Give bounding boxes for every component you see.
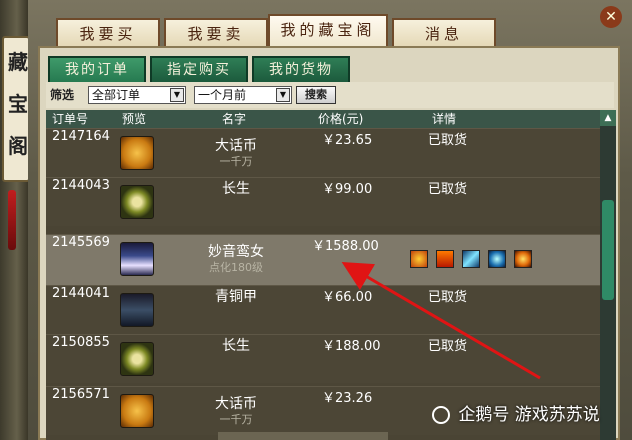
fire-skill-icon[interactable] xyxy=(410,250,428,268)
sun-skill-icon[interactable] xyxy=(514,250,533,268)
item-price: ￥23.65 xyxy=(322,133,373,148)
order-type-value: 全部订单 xyxy=(92,88,141,102)
tab-sell[interactable]: 我要卖 xyxy=(164,18,268,46)
order-id: 2150855 xyxy=(52,335,110,350)
table-row-highlighted[interactable]: 2145569 妙音鸾女 点化180级 ￥1588.00 xyxy=(46,234,600,285)
skill-icons xyxy=(410,250,535,268)
tab-messages[interactable]: 消息 xyxy=(392,18,496,46)
left-rail: 藏 宝 阁 xyxy=(0,0,30,440)
subtab-designated-purchase[interactable]: 指定购买 xyxy=(150,56,248,82)
coin-icon[interactable] xyxy=(120,136,154,170)
order-id: 2144041 xyxy=(52,286,110,301)
item-name: 青铜甲 xyxy=(215,289,257,305)
scroll-thumb[interactable] xyxy=(602,200,614,300)
item-name: 长生 xyxy=(222,338,250,354)
table-row[interactable]: 2144041 青铜甲 ￥66.00 已取货 xyxy=(46,285,600,334)
search-button[interactable]: 搜索 xyxy=(296,86,336,104)
item-name: 大话币 xyxy=(215,396,257,412)
item-price: ￥23.26 xyxy=(322,391,373,406)
armor-icon[interactable] xyxy=(120,293,154,327)
item-detail[interactable]: 已取货 xyxy=(428,178,467,226)
item-detail[interactable]: 已取货 xyxy=(428,335,467,383)
watermark-text: 企鹅号 游戏苏苏说 xyxy=(458,405,600,425)
item-sub: 一千万 xyxy=(219,413,253,426)
header-price: 价格(元) xyxy=(318,112,364,126)
table-header: 订单号 预览 名字 价格(元) 详情 xyxy=(46,110,600,128)
tassel-ornament xyxy=(8,190,16,250)
period-value: 一个月前 xyxy=(198,88,247,102)
table-row[interactable]: 2147164 大话币 一千万 ￥23.65 已取货 xyxy=(46,128,600,177)
filter-bar: 筛选 全部订单 ▼ 一个月前 ▼ 搜索 xyxy=(46,82,614,108)
order-id: 2147164 xyxy=(52,129,110,144)
chevron-down-icon[interactable]: ▼ xyxy=(170,88,184,102)
item-name: 长生 xyxy=(222,181,250,197)
rail-title-scroll: 藏 宝 阁 xyxy=(2,36,30,182)
order-type-select[interactable]: 全部订单 ▼ xyxy=(88,86,186,104)
coin-icon[interactable] xyxy=(120,394,154,428)
rail-char-2: 宝 xyxy=(8,92,28,116)
scroll-up-icon[interactable]: ▲ xyxy=(600,110,616,126)
tab-my-treasure[interactable]: 我的藏宝阁 xyxy=(268,14,388,48)
water-skill-icon[interactable] xyxy=(488,250,507,268)
subtab-my-orders[interactable]: 我的订单 xyxy=(48,56,146,82)
ice-skill-icon[interactable] xyxy=(462,250,481,268)
medal-icon[interactable] xyxy=(120,342,154,376)
scrollbar[interactable]: ▲ xyxy=(600,110,616,440)
girl-portrait[interactable] xyxy=(120,242,154,276)
item-price: ￥188.00 xyxy=(322,339,381,354)
header-preview: 预览 xyxy=(122,112,147,126)
table-row[interactable]: 2150855 长生 ￥188.00 已取货 xyxy=(46,334,600,383)
filter-label: 筛选 xyxy=(50,88,75,102)
flame-skill-icon[interactable] xyxy=(436,250,455,268)
rail-char-3: 阁 xyxy=(8,134,28,158)
item-sub: 一千万 xyxy=(219,155,253,168)
header-name: 名字 xyxy=(222,112,247,126)
subtab-my-goods[interactable]: 我的货物 xyxy=(252,56,350,82)
close-icon[interactable]: ✕ xyxy=(600,6,622,28)
tab-buy[interactable]: 我要买 xyxy=(56,18,160,46)
rail-char-1: 藏 xyxy=(8,50,28,74)
item-name: 大话币 xyxy=(215,138,257,154)
penguin-icon xyxy=(432,406,450,424)
order-id: 2144043 xyxy=(52,178,110,193)
header-detail: 详情 xyxy=(432,112,457,126)
header-order-id: 订单号 xyxy=(52,112,89,126)
item-price: ￥1588.00 xyxy=(312,239,379,254)
period-select[interactable]: 一个月前 ▼ xyxy=(194,86,292,104)
item-sub: 点化180级 xyxy=(209,261,263,274)
orders-table: 订单号 预览 名字 价格(元) 详情 2147164 大话币 一千万 ￥23.6… xyxy=(46,110,600,440)
table-row[interactable]: 2144043 长生 ￥99.00 已取货 xyxy=(46,177,600,226)
item-detail[interactable]: 已取货 xyxy=(428,129,467,177)
item-name: 妙音鸾女 xyxy=(208,244,264,260)
medal-icon[interactable] xyxy=(120,185,154,219)
pager[interactable] xyxy=(218,432,388,440)
chevron-down-icon[interactable]: ▼ xyxy=(276,88,290,102)
watermark: 企鹅号 游戏苏苏说 xyxy=(432,400,628,430)
order-id: 2145569 xyxy=(52,235,110,250)
item-price: ￥99.00 xyxy=(322,182,373,197)
item-price: ￥66.00 xyxy=(322,290,373,305)
item-detail[interactable]: 已取货 xyxy=(428,286,467,334)
order-id: 2156571 xyxy=(52,387,110,402)
